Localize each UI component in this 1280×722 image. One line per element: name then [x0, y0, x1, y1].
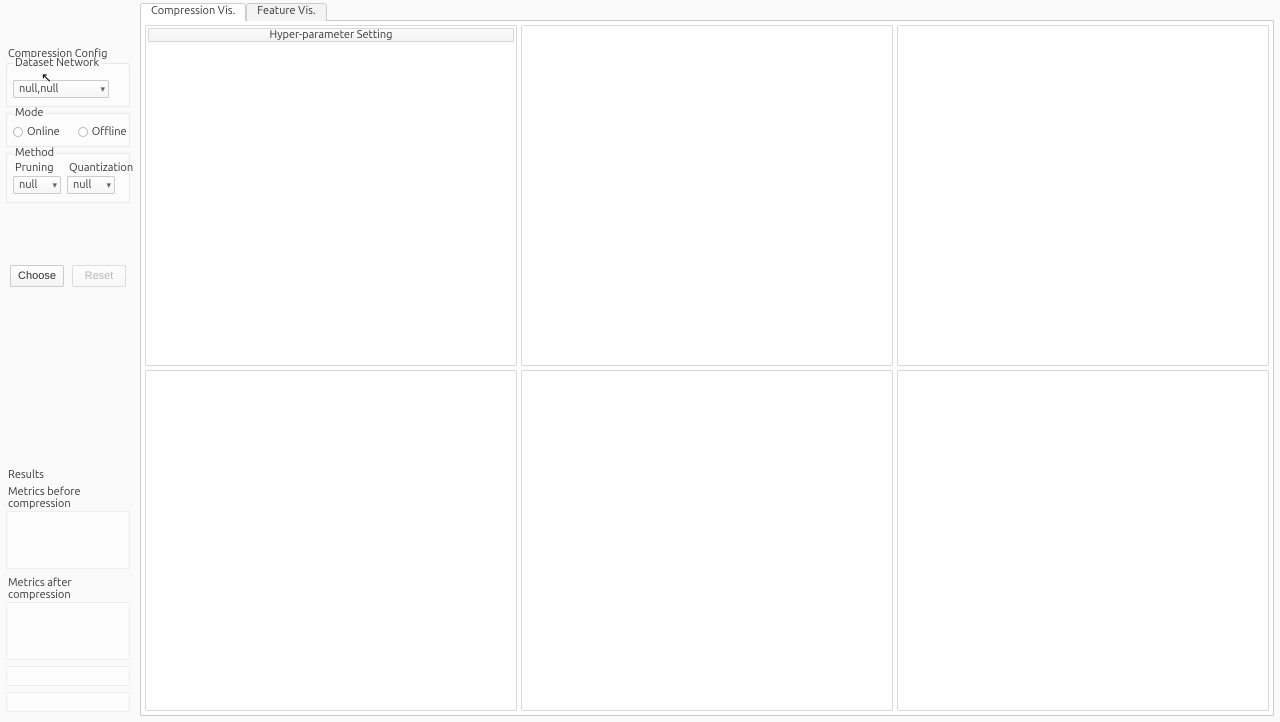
metrics-extra-box-1 [6, 666, 130, 686]
mode-offline-radio[interactable]: Offline [78, 126, 127, 138]
tab-compression-vis[interactable]: Compression Vis. [140, 3, 246, 21]
mode-online-radio[interactable]: Online [13, 126, 60, 138]
quantization-label: Quantization [67, 162, 133, 174]
hyperparam-header: Hyper-parameter Setting [148, 28, 514, 42]
dataset-network-select[interactable]: null,null ▾ [13, 80, 109, 98]
metrics-extra-box-2 [6, 692, 130, 712]
tab-bar: Compression Vis. Feature Vis. [140, 2, 1274, 20]
results-title: Results [4, 467, 132, 484]
method-label: Method [13, 147, 56, 159]
method-fieldset: Method Pruning null ▾ Quantization null … [6, 153, 130, 203]
results-block: Results Metrics before compression Metri… [4, 467, 132, 718]
panel-top-right [897, 25, 1269, 366]
reset-button: Reset [72, 265, 126, 287]
panel-bottom-middle [521, 370, 893, 711]
metrics-after-box [6, 602, 130, 660]
radio-icon [78, 127, 88, 137]
panel-top-middle [521, 25, 893, 366]
radio-icon [13, 127, 23, 137]
main-area: Compression Vis. Feature Vis. Hyper-para… [136, 0, 1280, 722]
quantization-select[interactable]: null ▾ [67, 176, 115, 194]
chevron-down-icon: ▾ [100, 85, 105, 94]
mode-label: Mode [13, 107, 46, 119]
chevron-down-icon: ▾ [106, 181, 111, 190]
panel-hyperparam: Hyper-parameter Setting [145, 25, 517, 366]
pruning-select[interactable]: null ▾ [13, 176, 61, 194]
dataset-network-value: null,null [19, 83, 58, 95]
pruning-value: null [19, 179, 37, 191]
chevron-down-icon: ▾ [52, 181, 57, 190]
metrics-after-label: Metrics after compression [4, 575, 132, 602]
panel-bottom-right [897, 370, 1269, 711]
sidebar: Compression Config Dataset Network null,… [0, 0, 136, 722]
mode-fieldset: Mode Online Offline [6, 113, 130, 147]
mode-offline-label: Offline [92, 126, 127, 138]
pruning-label: Pruning [13, 162, 61, 174]
panel-bottom-left [145, 370, 517, 711]
tab-feature-vis[interactable]: Feature Vis. [246, 3, 326, 21]
tab-body: Hyper-parameter Setting [140, 20, 1274, 716]
dataset-network-fieldset: Dataset Network null,null ▾ [6, 63, 130, 107]
mode-online-label: Online [27, 126, 60, 138]
quantization-value: null [73, 179, 91, 191]
metrics-before-box [6, 511, 130, 569]
metrics-before-label: Metrics before compression [4, 484, 132, 511]
choose-button[interactable]: Choose [10, 265, 64, 287]
dataset-network-label: Dataset Network [13, 57, 101, 69]
